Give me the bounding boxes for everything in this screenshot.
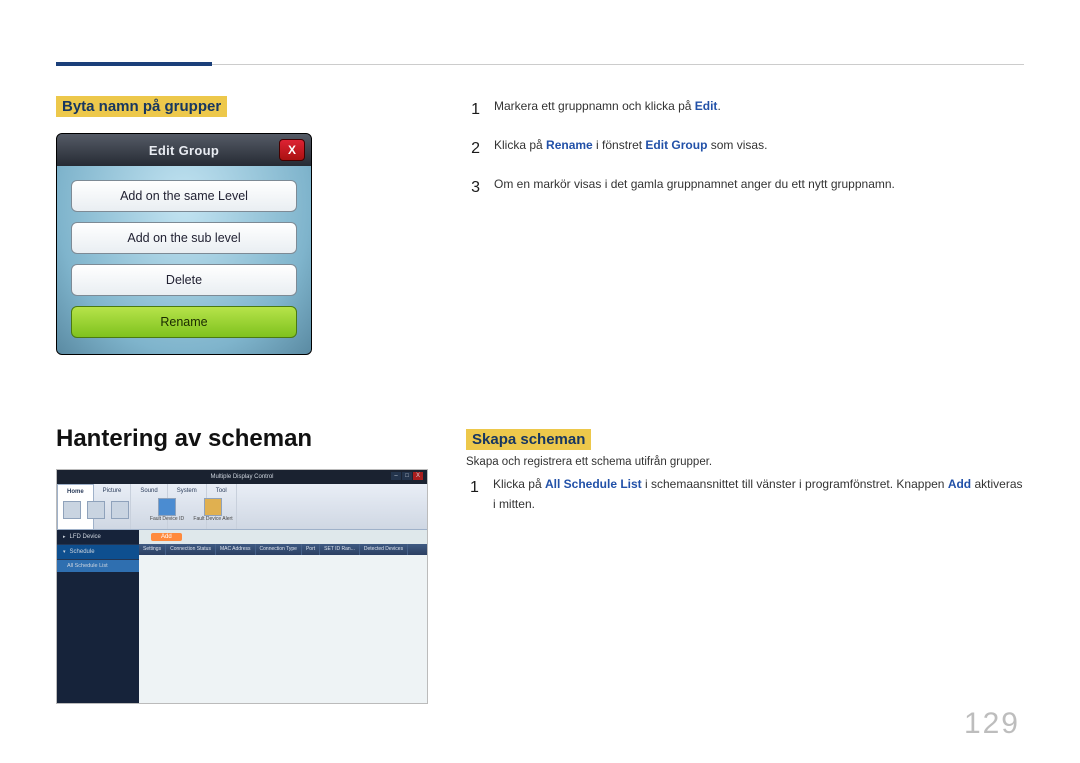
dialog-title: Edit Group: [149, 143, 219, 158]
window-buttons: – □ X: [391, 472, 423, 480]
close-window-icon[interactable]: X: [413, 472, 423, 480]
edit-keyword: Edit: [695, 99, 718, 113]
fault-alert-label: Fault Device Alert: [193, 516, 233, 522]
sidebar-item-schedule[interactable]: ▾Schedule: [57, 545, 139, 560]
create-desc: Skapa och registrera ett schema utifrån …: [466, 456, 1024, 468]
maximize-icon[interactable]: □: [402, 472, 412, 480]
chevron-down-icon: ▾: [63, 549, 66, 555]
col-connstatus: Connection Status: [166, 544, 216, 555]
app-main: ▸LFD Device ▾Schedule All Schedule List …: [57, 530, 427, 703]
col-settings: Settings: [139, 544, 166, 555]
step-number: 3: [466, 174, 480, 201]
table-body: [139, 555, 427, 703]
col-setid: SET ID Ran...: [320, 544, 360, 555]
app-titlebar: Multiple Display Control – □ X: [57, 470, 427, 484]
ribbon-icon[interactable]: [63, 501, 81, 519]
app-body: Add Settings Connection Status MAC Addre…: [139, 530, 427, 703]
fault-alert-icon[interactable]: [204, 498, 222, 516]
ribbon-body: Fault Device ID Fault Device Alert: [63, 496, 421, 524]
header-rule-accent: [56, 62, 212, 66]
step-row: 3 Om en markör visas i det gamla gruppna…: [466, 174, 1024, 201]
step-row: 1 Markera ett gruppnamn och klicka på Ed…: [466, 96, 1024, 123]
fault-id-label: Fault Device ID: [147, 516, 187, 522]
app-toolbar: Add: [139, 530, 427, 544]
step-number: 2: [466, 135, 480, 162]
app-title: Multiple Display Control: [210, 474, 273, 480]
rename-keyword: Rename: [546, 138, 593, 152]
rename-groups-heading: Byta namn på grupper: [56, 96, 227, 117]
delete-button[interactable]: Delete: [71, 264, 297, 296]
sidebar: ▸LFD Device ▾Schedule All Schedule List: [57, 530, 139, 703]
create-steps: 1 Klicka på All Schedule List i schemaan…: [466, 474, 1024, 515]
manage-schedules-heading: Hantering av scheman: [56, 425, 426, 453]
step-text: Klicka på Rename i fönstret Edit Group s…: [494, 135, 767, 155]
rename-steps: 1 Markera ett gruppnamn och klicka på Ed…: [466, 96, 1024, 202]
ribbon-icon[interactable]: [87, 501, 105, 519]
add-sub-level-button[interactable]: Add on the sub level: [71, 222, 297, 254]
col-detected: Detected Devices: [360, 544, 408, 555]
step-text: Klicka på All Schedule List i schemaansn…: [493, 474, 1024, 515]
add-button[interactable]: Add: [151, 533, 182, 541]
minimize-icon[interactable]: –: [391, 472, 401, 480]
table-header: Settings Connection Status MAC Address C…: [139, 544, 427, 555]
page-number: 129: [964, 707, 1020, 741]
dialog-titlebar: Edit Group X: [57, 134, 311, 166]
step-text: Om en markör visas i det gamla gruppnamn…: [494, 174, 895, 194]
step-text: Markera ett gruppnamn och klicka på Edit…: [494, 96, 721, 116]
sidebar-all-schedule-list[interactable]: All Schedule List: [57, 560, 139, 572]
right-column: 1 Markera ett gruppnamn och klicka på Ed…: [466, 56, 1024, 704]
left-column: Byta namn på grupper Edit Group X Add on…: [56, 56, 426, 704]
add-same-level-button[interactable]: Add on the same Level: [71, 180, 297, 212]
all-schedule-list-keyword: All Schedule List: [545, 477, 642, 491]
sidebar-item-lfd[interactable]: ▸LFD Device: [57, 530, 139, 545]
col-mac: MAC Address: [216, 544, 256, 555]
rename-button[interactable]: Rename: [71, 306, 297, 338]
dialog-body: Add on the same Level Add on the sub lev…: [57, 166, 311, 354]
edit-group-keyword: Edit Group: [645, 138, 707, 152]
mdc-app-screenshot: Multiple Display Control – □ X Home Pict…: [56, 469, 428, 704]
close-icon[interactable]: X: [279, 139, 305, 161]
add-keyword: Add: [948, 477, 971, 491]
step-row: 1 Klicka på All Schedule List i schemaan…: [466, 474, 1024, 515]
fault-id-icon[interactable]: [158, 498, 176, 516]
ribbon-icon[interactable]: [111, 501, 129, 519]
chevron-right-icon: ▸: [63, 534, 66, 540]
col-conntype: Connection Type: [256, 544, 302, 555]
col-port: Port: [302, 544, 320, 555]
step-number: 1: [466, 96, 480, 123]
step-number: 1: [466, 474, 479, 501]
step-row: 2 Klicka på Rename i fönstret Edit Group…: [466, 135, 1024, 162]
edit-group-dialog: Edit Group X Add on the same Level Add o…: [56, 133, 312, 355]
create-schedules-heading: Skapa scheman: [466, 429, 591, 450]
page-content: Byta namn på grupper Edit Group X Add on…: [56, 56, 1024, 704]
